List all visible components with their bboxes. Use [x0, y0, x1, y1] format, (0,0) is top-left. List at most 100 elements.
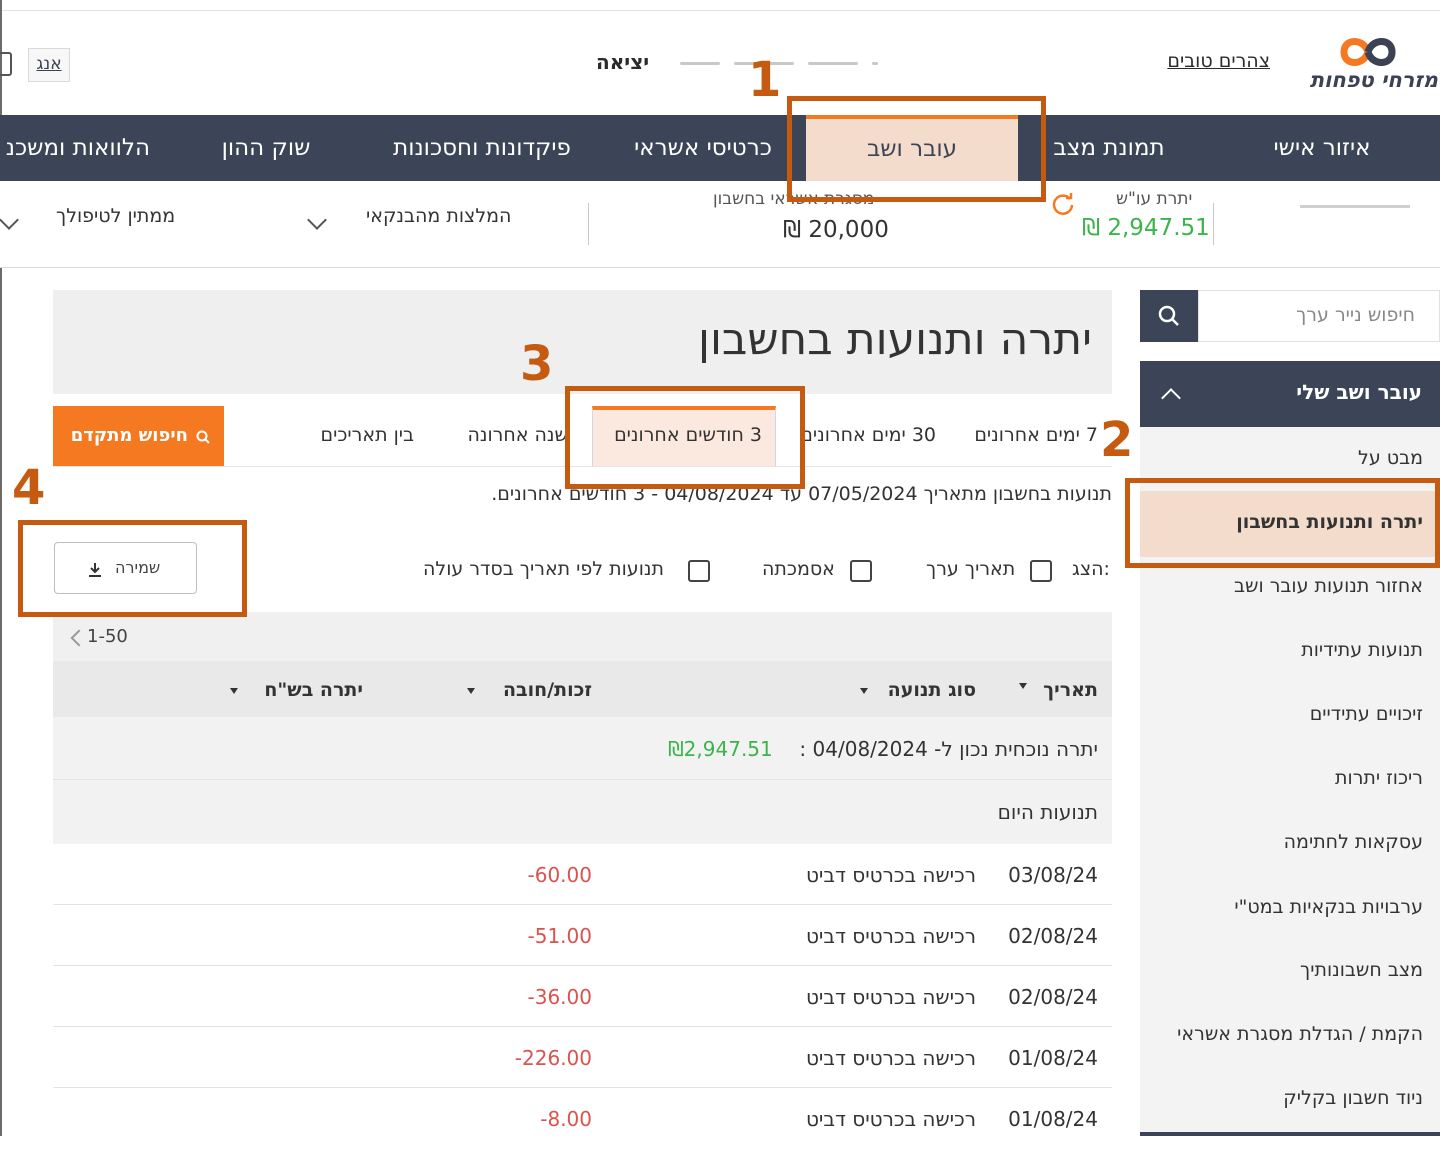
annotation-box-4 [18, 520, 247, 617]
nav-capital-market[interactable]: שוק ההון [212, 115, 320, 181]
col-transaction-type[interactable]: סוג תנועה [888, 679, 976, 701]
today-label: תנועות היום [997, 800, 1098, 824]
tab-7-days[interactable]: 7 ימים אחרונים [974, 424, 1098, 446]
chevron-left-icon[interactable] [70, 629, 88, 647]
row-type: רכישה בכרטיס דביט [805, 985, 976, 1009]
tab-between-dates[interactable]: בין תאריכים [320, 424, 414, 446]
sidebar-item-retrieve-transactions[interactable]: אחזור תנועות עובר ושב [1234, 575, 1423, 597]
search-icon [1158, 305, 1179, 326]
credit-limit-value: 20,000 ₪ [783, 217, 889, 243]
row-date: 01/08/24 [1008, 1107, 1098, 1131]
main-nav: איזור אישי תמונת מצב עובר ושב כרטיסי אשר… [0, 115, 1440, 181]
current-balance-value: ₪2,947.51 [668, 737, 773, 761]
row-type: רכישה בכרטיס דביט [805, 1046, 976, 1070]
reference-label: אסמכתה [762, 558, 835, 580]
account-info-strip: יתרת עו"ש 2,947.51 ₪ מסגרת אשראי בחשבון … [0, 181, 1440, 268]
banker-recommendations-dropdown[interactable]: המלצות מהבנקאי [366, 205, 511, 227]
sort-icon[interactable] [467, 688, 475, 694]
row-amount: -60.00 [527, 863, 592, 887]
row-type: רכישה בכרטיס דביט [805, 863, 976, 887]
value-date-label: תאריך ערך [926, 558, 1016, 580]
search-button[interactable] [1140, 290, 1198, 342]
top-frame [0, 0, 1440, 11]
exit-button[interactable]: יציאה [596, 50, 649, 74]
ascending-order-label: תנועות לפי תאריך בסדר עולה [423, 558, 664, 580]
row-date: 03/08/24 [1008, 863, 1098, 887]
sidebar-item-future-credits[interactable]: זיכויים עתידיים [1310, 703, 1423, 725]
table-row[interactable]: 03/08/24 רכישה בכרטיס דביט -60.00 [53, 844, 1112, 905]
table-row[interactable]: 01/08/24 רכישה בכרטיס דביט -8.00 [53, 1088, 1112, 1149]
chevron-up-icon[interactable] [1161, 388, 1181, 408]
row-type: רכישה בכרטיס דביט [805, 924, 976, 948]
sort-icon[interactable] [1019, 683, 1027, 689]
nav-deposits[interactable]: פיקדונות וחסכונות [382, 115, 582, 181]
row-amount: -8.00 [540, 1107, 592, 1131]
pager-range[interactable]: 1-50 [87, 626, 128, 647]
sidebar-item-bank-guarantees[interactable]: ערבויות בנקאיות במט"י [1234, 896, 1423, 918]
sidebar-item-balance-summary[interactable]: ריכוז יתרות [1335, 767, 1423, 789]
annotation-number-1: 1 [748, 52, 782, 108]
page-title: יתרה ותנועות בחשבון [697, 314, 1092, 365]
language-button[interactable]: אנג [28, 48, 70, 82]
search-placeholder: חיפוש נייר ערך [1296, 304, 1415, 326]
row-date: 01/08/24 [1008, 1046, 1098, 1070]
greeting-link[interactable]: צהרים טובים [1167, 50, 1270, 72]
annotation-box-1 [787, 96, 1046, 202]
annotation-box-3 [565, 386, 805, 489]
pager: 1-50 [53, 612, 1112, 661]
tab-last-year[interactable]: שנה אחרונה [467, 424, 568, 446]
sidebar-item-account-transfer[interactable]: ניוד חשבון בקליק [1283, 1087, 1423, 1109]
logo-icon [1340, 38, 1396, 66]
advanced-search-button[interactable]: חיפוש מתקדם [53, 406, 224, 466]
sidebar-item-credit-line[interactable]: הקמת / הגדלת מסגרת אשראי [1177, 1023, 1423, 1045]
bank-logo[interactable]: מזרחי טפחות [1300, 30, 1440, 94]
sort-icon[interactable] [230, 688, 238, 694]
sidebar-section-header[interactable]: עובר ושב שלי [1140, 361, 1440, 427]
security-search-input[interactable]: חיפוש נייר ערך [1198, 290, 1440, 342]
col-balance[interactable]: יתרה בש"ח [264, 679, 363, 701]
ascending-order-checkbox[interactable] [688, 560, 710, 582]
value-date-checkbox[interactable] [1030, 560, 1052, 582]
divider [1213, 203, 1214, 245]
col-date[interactable]: תאריך [1043, 679, 1098, 701]
today-transactions-row: תנועות היום [53, 780, 1112, 844]
nav-personal-area[interactable]: איזור אישי [1242, 115, 1402, 181]
tab-30-days[interactable]: 30 ימים אחרונים [800, 424, 936, 446]
sort-icon[interactable] [860, 688, 868, 694]
annotation-number-2: 2 [1100, 412, 1134, 468]
row-amount: -36.00 [527, 985, 592, 1009]
sidebar-item-future-transactions[interactable]: תנועות עתידיות [1301, 639, 1423, 661]
blurred-account-number [1300, 205, 1410, 208]
table-row[interactable]: 02/08/24 רכישה בכרטיס דביט -36.00 [53, 966, 1112, 1027]
search-icon [196, 430, 210, 444]
row-type: רכישה בכרטיס דביט [805, 1107, 976, 1131]
sidebar-item-overview[interactable]: מבט על [1358, 447, 1423, 469]
print-icon[interactable] [0, 52, 12, 76]
annotation-box-2 [1125, 478, 1440, 568]
advanced-search-label: חיפוש מתקדם [70, 425, 188, 446]
nav-credit-cards[interactable]: כרטיסי אשראי [628, 115, 778, 181]
table-row[interactable]: 01/08/24 רכישה בכרטיס דביט -226.00 [53, 1027, 1112, 1088]
nav-loans[interactable]: הלוואות ומשכנ [0, 115, 150, 181]
transactions-table: 1-50 תאריך סוג תנועה זכות/חובה יתרה בש"ח… [53, 612, 1112, 1149]
current-balance-label: יתרה נוכחית נכון ל- 04/08/2024 : [799, 737, 1098, 761]
table-header: תאריך סוג תנועה זכות/חובה יתרה בש"ח [53, 661, 1112, 717]
row-amount: -51.00 [527, 924, 592, 948]
row-amount: -226.00 [514, 1046, 592, 1070]
row-date: 02/08/24 [1008, 985, 1098, 1009]
reference-checkbox[interactable] [850, 560, 872, 582]
refresh-icon[interactable] [1050, 191, 1076, 217]
chevron-down-icon[interactable] [0, 210, 19, 230]
pending-handling-dropdown[interactable]: ממתין לטיפולך [56, 205, 175, 227]
chevron-down-icon[interactable] [307, 210, 327, 230]
balance-value: 2,947.51 ₪ [1082, 215, 1210, 241]
col-credit-debit[interactable]: זכות/חובה [503, 679, 592, 701]
show-label: הצג: [1072, 558, 1110, 580]
logo-text: מזרחי טפחות [1309, 68, 1438, 92]
sidebar-item-transactions-to-sign[interactable]: עסקאות לחתימה [1284, 831, 1423, 853]
sidebar-item-accounts-status[interactable]: מצב חשבונותיך [1300, 959, 1423, 981]
annotation-number-4: 4 [12, 460, 46, 516]
table-row[interactable]: 02/08/24 רכישה בכרטיס דביט -51.00 [53, 905, 1112, 966]
current-balance-row: יתרה נוכחית נכון ל- 04/08/2024 : ₪2,947.… [53, 717, 1112, 780]
row-date: 02/08/24 [1008, 924, 1098, 948]
